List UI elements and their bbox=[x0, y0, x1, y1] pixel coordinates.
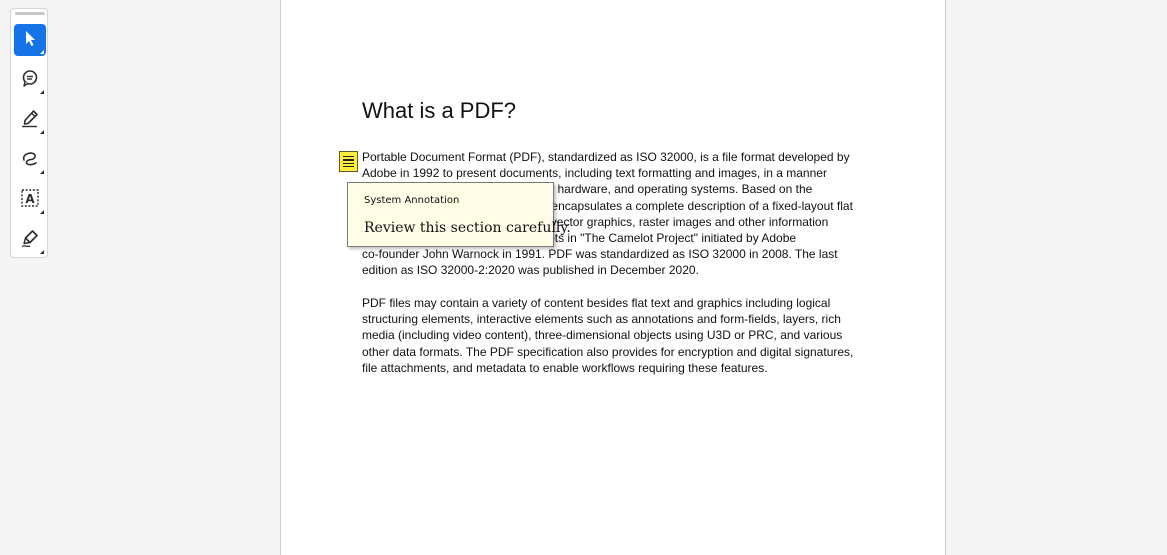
text-tool-button[interactable]: A bbox=[14, 184, 46, 216]
sign-tool-button[interactable] bbox=[14, 224, 46, 256]
tool-options-indicator bbox=[40, 50, 44, 54]
document-page: What is a PDF? Portable Document Format … bbox=[280, 0, 946, 555]
highlight-tool-button[interactable] bbox=[14, 104, 46, 136]
tool-options-indicator bbox=[40, 130, 44, 134]
text-line: Portable Document Format (PDF), standard… bbox=[362, 150, 850, 164]
text-tool-glyph: A bbox=[25, 192, 35, 206]
draw-tool-button[interactable] bbox=[14, 144, 46, 176]
comment-bubble-icon bbox=[20, 68, 40, 93]
tool-options-indicator bbox=[40, 250, 44, 254]
tool-options-indicator bbox=[40, 170, 44, 174]
pointer-arrow-icon bbox=[20, 28, 40, 53]
text-line: edition as ISO 32000-2:2020 was publishe… bbox=[362, 263, 699, 278]
document-heading: What is a PDF? bbox=[362, 98, 517, 123]
select-tool-button[interactable] bbox=[14, 24, 46, 56]
pdf-viewer: A What is a PDF? Portable Document Forma… bbox=[0, 0, 1167, 555]
annotation-popup[interactable]: System Annotation Review this section ca… bbox=[347, 182, 571, 247]
text-line: structuring elements, interactive elemen… bbox=[362, 312, 841, 327]
comment-tool-button[interactable] bbox=[14, 64, 46, 96]
toolbar-drag-handle[interactable] bbox=[15, 12, 45, 15]
annotation-author: System Annotation bbox=[364, 195, 460, 206]
text-line: Adobe in 1992 to present documents, incl… bbox=[362, 166, 827, 181]
text-line: co-founder John Warnock in 1991. PDF was… bbox=[362, 247, 838, 262]
text-line: media (including video content), three-d… bbox=[362, 328, 843, 343]
annotation-toolbar: A bbox=[10, 8, 48, 258]
tool-options-indicator bbox=[40, 90, 44, 94]
text-line: PDF files may contain a variety of conte… bbox=[362, 296, 831, 310]
text-line: file attachments, and metadata to enable… bbox=[362, 360, 768, 375]
pen-icon bbox=[20, 108, 40, 133]
freehand-loop-icon bbox=[20, 148, 40, 173]
sticky-note-icon[interactable] bbox=[339, 151, 358, 172]
paragraph-2: PDF files may contain a variety of conte… bbox=[362, 295, 882, 376]
text-line: other data formats. The PDF specificatio… bbox=[362, 344, 854, 359]
tool-options-indicator bbox=[40, 210, 44, 214]
text-box-icon: A bbox=[20, 188, 40, 213]
annotation-text: Review this section carefully. bbox=[364, 220, 571, 236]
signature-pen-icon bbox=[20, 228, 40, 253]
